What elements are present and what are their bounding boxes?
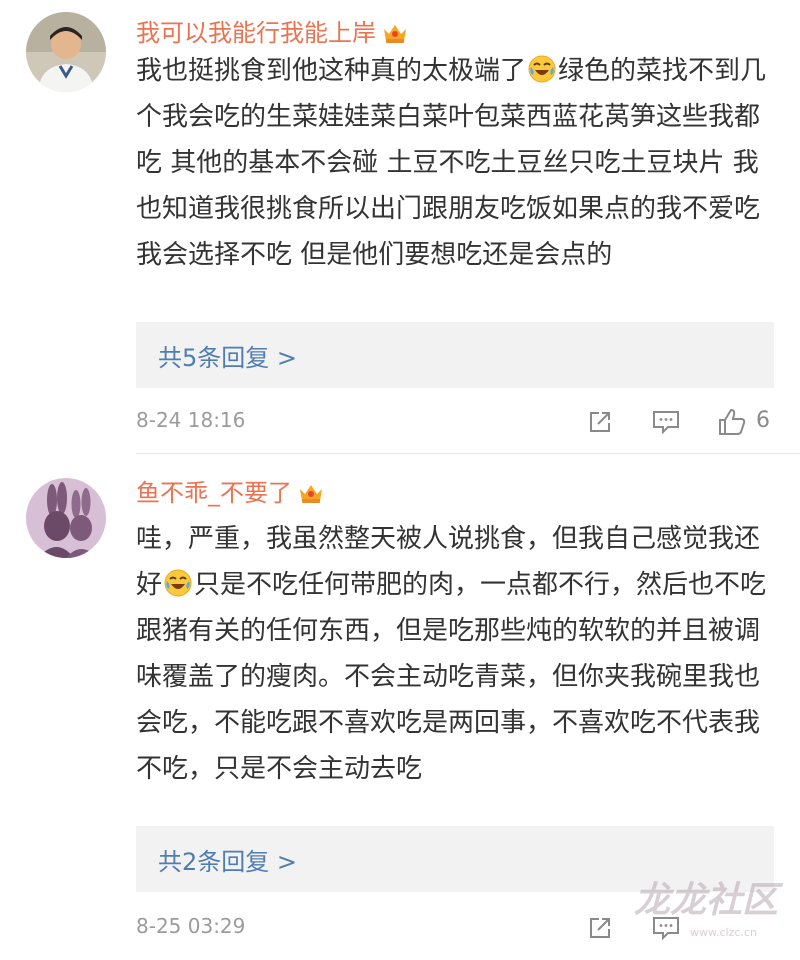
thumbs-up-icon[interactable] bbox=[714, 404, 750, 440]
watermark-url: www.clzc.cn bbox=[690, 926, 757, 939]
username[interactable]: 鱼不乖_不要了 bbox=[136, 478, 324, 508]
replies-panel[interactable]: 共5条回复 > bbox=[136, 322, 774, 388]
username-text[interactable]: 我可以我能行我能上岸 bbox=[136, 18, 376, 48]
view-replies-link[interactable]: 共2条回复 > bbox=[158, 842, 297, 877]
view-replies-link[interactable]: 共5条回复 > bbox=[158, 338, 297, 373]
share-icon[interactable] bbox=[582, 910, 618, 946]
crown-icon bbox=[384, 25, 406, 43]
laughing-crying-emoji-icon bbox=[528, 55, 556, 83]
comment-item: 我可以我能行我能上岸 我也挺挑食到他这种真的太极端了 绿色的菜找不到几个我会吃的生… bbox=[0, 0, 800, 456]
crown-icon bbox=[300, 485, 322, 503]
comment-icon[interactable] bbox=[648, 404, 684, 440]
divider bbox=[136, 453, 800, 454]
timestamp: 8-24 18:16 bbox=[136, 408, 246, 432]
watermark-text: 龙龙社区 bbox=[634, 879, 784, 921]
comment-text: 我也挺挑食到他这种真的太极端了 绿色的菜找不到几个我会吃的生菜娃娃菜白菜叶包菜西蓝… bbox=[136, 55, 767, 270]
avatar[interactable] bbox=[26, 12, 106, 92]
username-text[interactable]: 鱼不乖_不要了 bbox=[136, 478, 292, 508]
share-icon[interactable] bbox=[582, 404, 618, 440]
username[interactable]: 我可以我能行我能上岸 bbox=[136, 18, 408, 48]
comment-text: 哇，严重，我虽然整天被人说挑食，但我自己感觉我还好 只是不吃任何带肥的肉，一点都不… bbox=[136, 524, 767, 784]
timestamp: 8-25 03:29 bbox=[136, 914, 246, 938]
avatar[interactable] bbox=[26, 478, 106, 558]
watermark-logo: 龙龙社区 www.clzc.cn bbox=[634, 879, 784, 939]
like-count: 6 bbox=[756, 408, 770, 433]
laughing-crying-emoji-icon bbox=[164, 569, 192, 597]
comment-footer: 8-24 18:16 6 bbox=[0, 402, 800, 442]
